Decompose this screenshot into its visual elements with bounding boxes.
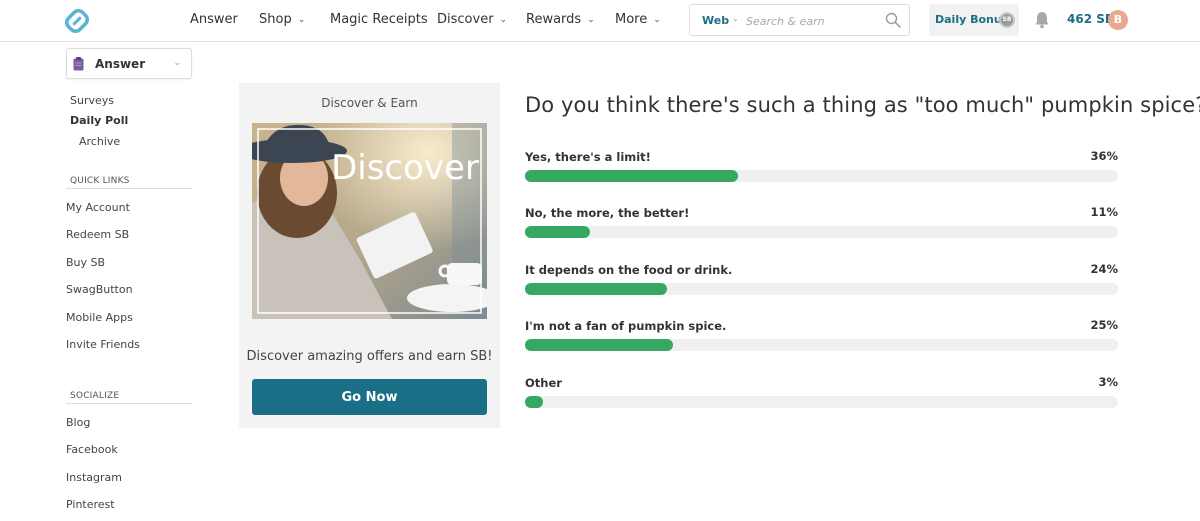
poll-result-track bbox=[525, 226, 1118, 238]
sidebar-item-surveys[interactable]: Surveys bbox=[70, 94, 114, 107]
nav-more[interactable]: More ⌄ bbox=[615, 12, 661, 27]
poll-option: Yes, there's a limit! 36% bbox=[525, 149, 1118, 190]
section-dropdown[interactable]: Answer ⌄ bbox=[66, 48, 192, 79]
poll-result-bar bbox=[525, 396, 543, 408]
search-box: Web ⌄ bbox=[689, 4, 910, 36]
daily-bonus-label: Daily Bonus bbox=[935, 13, 1009, 26]
nav-answer-label: Answer bbox=[190, 12, 238, 27]
sb-coin-icon: SB bbox=[999, 12, 1015, 28]
nav-shop-label: Shop bbox=[259, 12, 292, 27]
search-input[interactable] bbox=[746, 11, 876, 31]
poll-option-percent: 25% bbox=[1090, 318, 1118, 332]
chevron-down-icon: ⌄ bbox=[297, 15, 306, 25]
nav-answer[interactable]: Answer bbox=[190, 12, 238, 27]
poll-result-track bbox=[525, 339, 1118, 351]
poll-option: No, the more, the better! 11% bbox=[525, 205, 1118, 246]
poll-result-track bbox=[525, 396, 1118, 408]
chevron-down-icon: ⌄ bbox=[653, 15, 661, 25]
daily-bonus-button[interactable]: Daily Bonus SB bbox=[929, 4, 1019, 36]
poll-option-percent: 3% bbox=[1098, 375, 1118, 389]
poll-question: Do you think there's such a thing as "to… bbox=[525, 93, 1200, 117]
clipboard-icon bbox=[73, 57, 84, 71]
section-dropdown-label: Answer bbox=[95, 57, 146, 71]
poll-option-percent: 11% bbox=[1090, 205, 1118, 219]
avatar[interactable]: B bbox=[1108, 10, 1128, 30]
nav-discover-label: Discover bbox=[437, 12, 494, 27]
chevron-down-icon: ⌄ bbox=[173, 58, 181, 68]
quick-link-buy-sb[interactable]: Buy SB bbox=[66, 256, 105, 269]
promo-photo: Discover bbox=[252, 123, 487, 319]
poll-result-bar bbox=[525, 283, 668, 295]
social-link-facebook[interactable]: Facebook bbox=[66, 443, 118, 456]
top-header: Answer Shop ⌄ Magic Receipts Discover ⌄ Re… bbox=[0, 0, 1200, 42]
chevron-down-icon[interactable]: ⌄ bbox=[732, 14, 739, 23]
chevron-down-icon: ⌄ bbox=[499, 15, 508, 25]
quick-links-heading: QUICK LINKS bbox=[66, 176, 192, 189]
quick-link-my-account[interactable]: My Account bbox=[66, 201, 130, 214]
sb-balance[interactable]: 462 SB bbox=[1067, 12, 1114, 26]
poll-result-bar bbox=[525, 339, 674, 351]
social-link-instagram[interactable]: Instagram bbox=[66, 471, 122, 484]
poll-option-percent: 36% bbox=[1090, 149, 1118, 163]
poll-option-label: No, the more, the better! bbox=[525, 206, 690, 220]
search-scope-select[interactable]: Web bbox=[702, 14, 729, 27]
nav-rewards[interactable]: Rewards ⌄ bbox=[526, 12, 595, 27]
poll-result-bar bbox=[525, 170, 739, 182]
swagbucks-logo-icon[interactable] bbox=[64, 8, 90, 34]
promo-tagline: Discover amazing offers and earn SB! bbox=[246, 349, 493, 364]
promo-image[interactable]: Discover bbox=[252, 123, 487, 319]
poll-result-track bbox=[525, 170, 1118, 182]
nav-rewards-label: Rewards bbox=[526, 12, 582, 27]
quick-link-invite-friends[interactable]: Invite Friends bbox=[66, 338, 140, 351]
quick-link-mobile-apps[interactable]: Mobile Apps bbox=[66, 311, 133, 324]
sidebar-item-archive[interactable]: Archive bbox=[79, 135, 120, 148]
nav-shop[interactable]: Shop ⌄ bbox=[259, 12, 305, 27]
chevron-down-icon: ⌄ bbox=[587, 15, 595, 25]
nav-more-label: More bbox=[615, 12, 648, 27]
go-now-button[interactable]: Go Now bbox=[252, 379, 487, 415]
poll-option-percent: 24% bbox=[1090, 262, 1118, 276]
poll-option-label: Other bbox=[525, 376, 562, 390]
nav-magic-receipts-label: Magic Receipts bbox=[330, 12, 428, 27]
promo-image-text: Discover bbox=[331, 148, 479, 188]
poll-option: Other 3% bbox=[525, 375, 1118, 416]
nav-magic-receipts[interactable]: Magic Receipts bbox=[330, 12, 428, 27]
search-icon[interactable] bbox=[885, 12, 901, 28]
quick-link-redeem-sb[interactable]: Redeem SB bbox=[66, 228, 129, 241]
quick-link-swagbutton[interactable]: SwagButton bbox=[66, 283, 133, 296]
bell-icon[interactable] bbox=[1034, 11, 1050, 29]
poll-option: I'm not a fan of pumpkin spice. 25% bbox=[525, 318, 1118, 359]
poll-result-track bbox=[525, 283, 1118, 295]
social-link-blog[interactable]: Blog bbox=[66, 416, 90, 429]
promo-title: Discover & Earn bbox=[321, 96, 418, 110]
poll-option-label: It depends on the food or drink. bbox=[525, 263, 733, 277]
poll-option-label: Yes, there's a limit! bbox=[525, 150, 651, 164]
socialize-heading: SOCIALIZE bbox=[66, 391, 192, 404]
discover-promo-card: Discover & Earn Discover Discover amazin… bbox=[239, 83, 500, 428]
sidebar-item-daily-poll[interactable]: Daily Poll bbox=[70, 114, 128, 127]
poll-option-label: I'm not a fan of pumpkin spice. bbox=[525, 319, 727, 333]
poll-option: It depends on the food or drink. 24% bbox=[525, 262, 1118, 303]
poll-result-bar bbox=[525, 226, 591, 238]
nav-discover[interactable]: Discover ⌄ bbox=[437, 12, 507, 27]
social-link-pinterest[interactable]: Pinterest bbox=[66, 498, 115, 511]
